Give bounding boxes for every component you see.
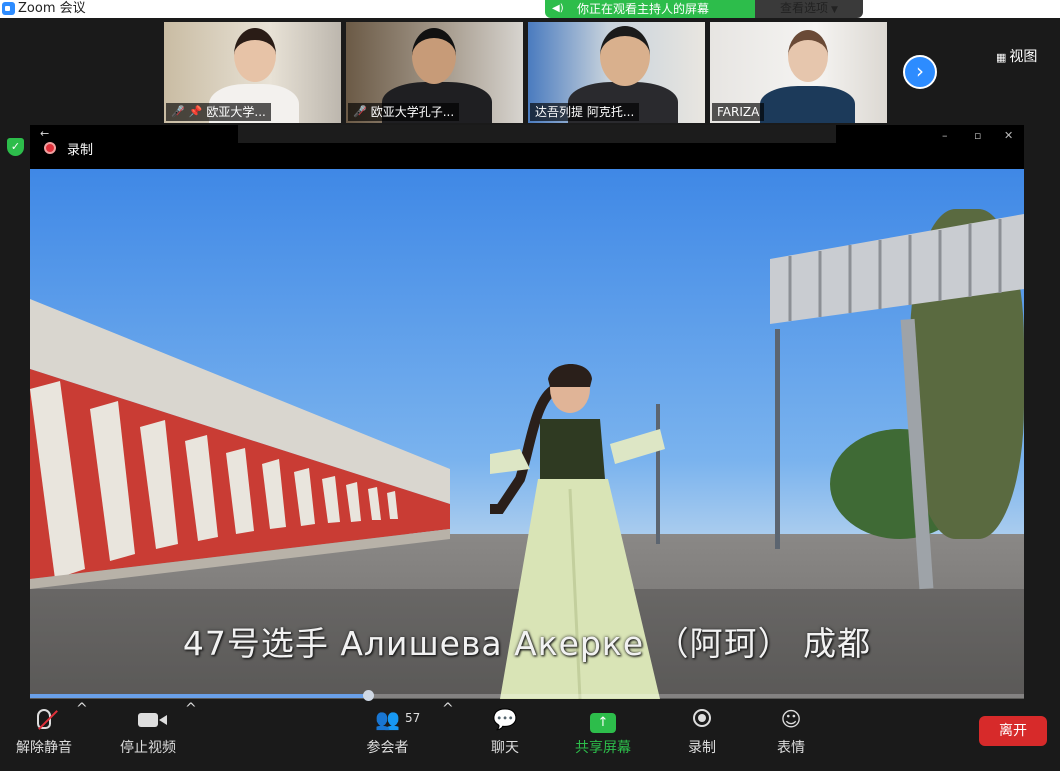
recording-bar: ← 录制 – ▫ ✕ — [30, 125, 1024, 169]
red-building — [30, 299, 450, 589]
participant-name-bar: 达吾列提 阿克托... — [530, 103, 640, 121]
participant-name-bar: FARIZA — [712, 103, 765, 121]
back-arrow-icon[interactable]: ← — [40, 127, 49, 140]
record-label: 录制 — [688, 740, 716, 756]
participant-name: 欧亚大学... — [206, 105, 266, 119]
stop-video-button[interactable]: 停止视频 — [118, 701, 178, 761]
recording-label: 录制 — [67, 143, 94, 158]
security-shield-icon[interactable]: ✓ — [7, 138, 24, 156]
video-progress-bar[interactable] — [30, 690, 1024, 701]
sharing-banner: ◀) 你正在观看主持人的屏幕 — [545, 0, 755, 18]
participant-name-bar: 🎤̸ 欧亚大学孔子... — [348, 103, 460, 121]
window-title: Zoom 会议 — [18, 1, 86, 16]
chat-icon: 💬 — [492, 707, 518, 731]
mic-muted-icon: 🎤̸ — [171, 105, 185, 118]
recording-dot-icon — [44, 142, 56, 154]
participants-count: 57 — [405, 711, 421, 725]
participant-tile[interactable]: FARIZA — [710, 22, 887, 123]
zoom-logo-icon — [2, 2, 15, 15]
participant-tile[interactable]: 🎤̸ 📌 欧亚大学... — [164, 22, 341, 123]
participants-chevron-icon[interactable]: ^ — [442, 701, 454, 761]
video-subtitle: 47号选手 Алишева Акерке （阿珂） 成都 — [182, 624, 872, 663]
participants-icon: 👥 — [375, 707, 400, 731]
grid-view-icon: ▦ — [996, 51, 1007, 64]
participant-face — [234, 28, 276, 82]
chevron-right-icon: › — [916, 59, 924, 83]
participant-strip: 🎤̸ 📌 欧亚大学... 🎤̸ 欧亚大学孔子... 达吾列提 阿克托... FA… — [0, 18, 1060, 124]
video-progress-knob[interactable] — [362, 690, 374, 701]
participant-tile[interactable]: 🎤̸ 欧亚大学孔子... — [346, 22, 523, 123]
audio-options-chevron-icon[interactable]: ^ — [76, 701, 88, 761]
title-bar: Zoom 会议 ◀) 你正在观看主持人的屏幕 查看选项 ▼ — [0, 0, 1060, 18]
reactions-button[interactable]: ☺ 表情 — [775, 701, 807, 761]
record-button[interactable]: 录制 — [686, 701, 718, 761]
unmute-button[interactable]: 解除静音 — [14, 701, 74, 761]
participant-name: 达吾列提 阿克托... — [535, 105, 635, 119]
view-options-button[interactable]: 查看选项 ▼ — [755, 0, 863, 18]
chat-button[interactable]: 💬 聊天 — [487, 701, 523, 761]
stop-video-label: 停止视频 — [120, 740, 176, 756]
shared-window-strip — [238, 125, 836, 143]
chevron-down-icon: ▼ — [831, 5, 838, 15]
camera-icon — [138, 713, 167, 727]
minimize-icon[interactable]: – — [942, 129, 948, 142]
participants-button[interactable]: 👥 参会者 — [365, 701, 410, 761]
view-button-label: 视图 — [1009, 49, 1038, 65]
next-page-button[interactable]: › — [903, 55, 937, 89]
share-screen-button[interactable]: ↑ 共享屏幕 — [573, 701, 633, 761]
video-progress-fill — [30, 694, 368, 698]
microphone-muted-icon — [37, 709, 58, 730]
meeting-toolbar: 解除静音 ^ 停止视频 ^ 👥 参会者 57 ^ 💬 聊天 ↑ 共享屏幕 录制 … — [0, 701, 1060, 768]
close-icon[interactable]: ✕ — [1004, 129, 1013, 142]
participant-face — [600, 26, 650, 86]
participant-name: 欧亚大学孔子... — [370, 105, 455, 119]
participants-label: 参会者 — [366, 740, 409, 756]
lamp-post — [775, 329, 780, 549]
view-options-label: 查看选项 — [780, 1, 829, 15]
reactions-label: 表情 — [777, 740, 805, 756]
participant-name: FARIZA — [717, 105, 760, 119]
sharing-banner-text: 你正在观看主持人的屏幕 — [577, 2, 710, 16]
view-button[interactable]: ▦ 视图 — [996, 46, 1037, 66]
participant-figure — [760, 86, 855, 123]
chat-label: 聊天 — [491, 740, 519, 756]
pin-icon: 📌 — [188, 105, 203, 118]
emoji-icon: ☺ — [780, 707, 802, 731]
mic-muted-icon: 🎤̸ — [353, 105, 367, 118]
participant-name-bar: 🎤̸ 📌 欧亚大学... — [166, 103, 271, 121]
participant-face — [412, 28, 456, 84]
participant-tile[interactable]: 达吾列提 阿克托... — [528, 22, 705, 123]
record-icon — [693, 709, 711, 727]
pergola — [770, 214, 1024, 324]
shared-video[interactable]: 47号选手 Алишева Акерке （阿珂） 成都 — [30, 169, 1024, 699]
participant-face — [788, 30, 828, 82]
leave-button[interactable]: 离开 — [979, 716, 1047, 746]
unmute-label: 解除静音 — [16, 740, 72, 756]
restore-icon[interactable]: ▫ — [974, 129, 981, 142]
share-screen-icon: ↑ — [590, 713, 616, 733]
speaker-icon: ◀) — [552, 3, 564, 14]
video-options-chevron-icon[interactable]: ^ — [185, 701, 197, 761]
share-screen-label: 共享屏幕 — [575, 740, 631, 756]
